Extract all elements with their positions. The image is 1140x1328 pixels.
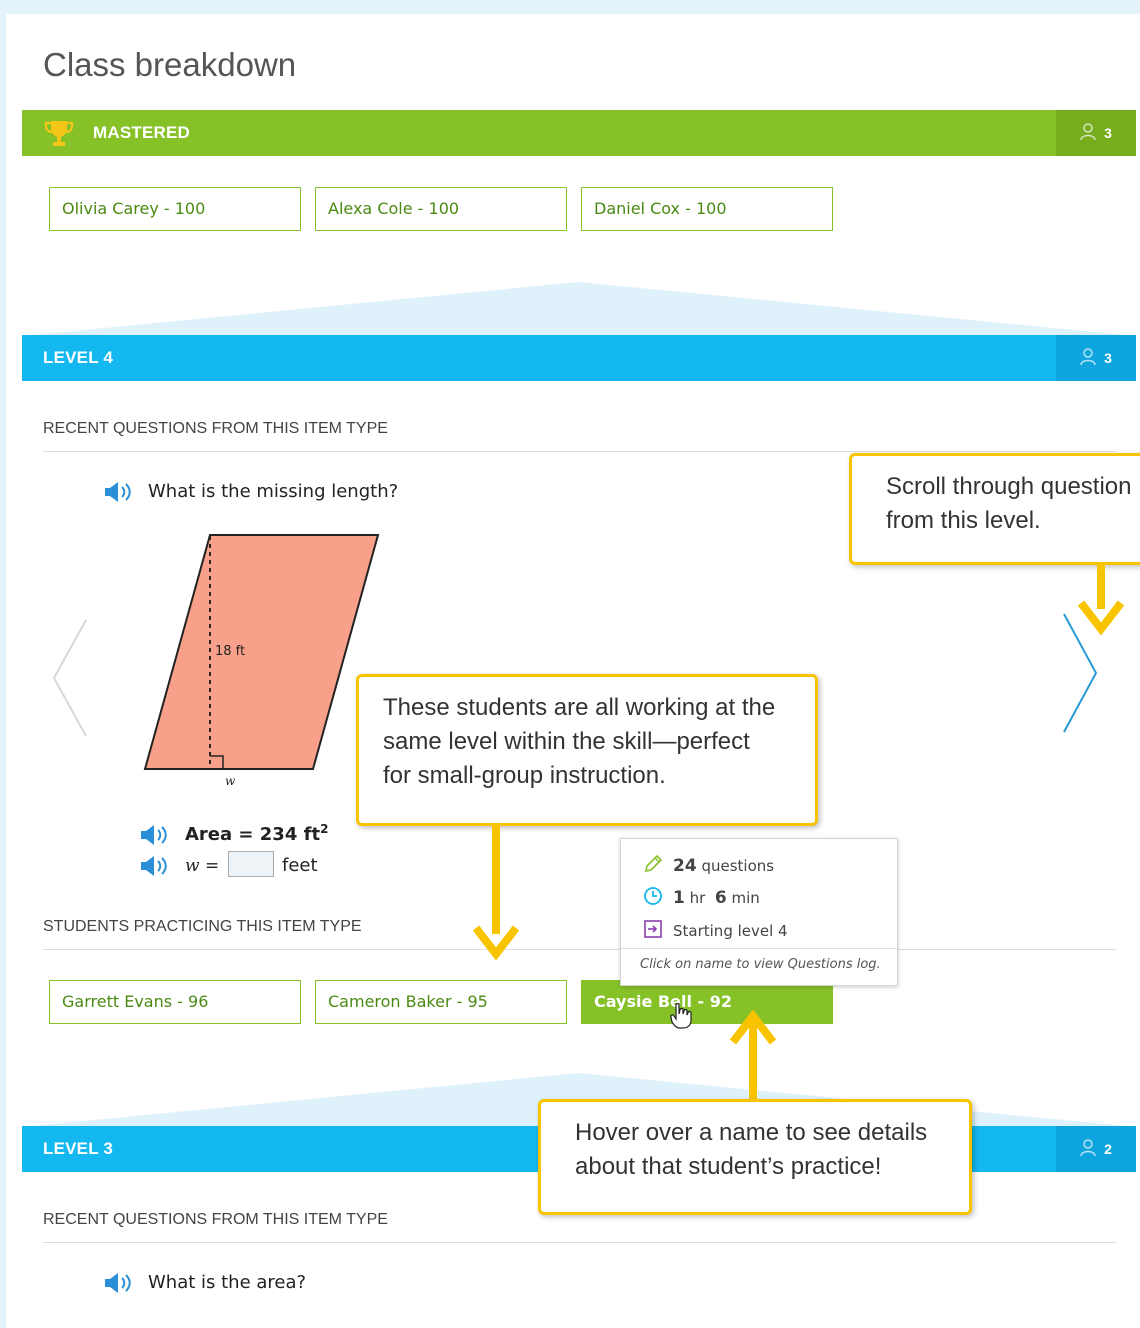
level3-count: 2 [1056, 1126, 1136, 1172]
students-practicing-heading: STUDENTS PRACTICING THIS ITEM TYPE [43, 918, 362, 935]
base-label: w [225, 774, 236, 788]
callout-hover: Hover over a name to see details about t… [538, 1099, 972, 1215]
level4-bar[interactable]: LEVEL 4 3 [22, 335, 1136, 381]
level4-count: 3 [1056, 335, 1136, 381]
question-text: What is the area? [148, 1272, 307, 1293]
question-text: What is the missing length? [148, 481, 399, 502]
speaker-icon[interactable] [140, 855, 172, 881]
unit-label: feet [282, 855, 318, 876]
trophy-icon [44, 118, 74, 152]
height-label: 18 ft [215, 644, 246, 659]
recent-questions-heading: RECENT QUESTIONS FROM THIS ITEM TYPE [43, 1211, 388, 1228]
mastered-bar[interactable]: MASTERED 3 [22, 110, 1136, 156]
student-chip[interactable]: Alexa Cole - 100 [315, 187, 567, 231]
callout-scroll: Scroll through question from this level. [849, 453, 1140, 565]
page-title: Class breakdown [43, 46, 297, 83]
mastered-label: MASTERED [93, 123, 190, 142]
student-chip-hovered[interactable]: Caysie Bell - 92 [581, 980, 833, 1024]
student-chip[interactable]: Garrett Evans - 96 [49, 980, 301, 1024]
student-details-tooltip: 24 questions 1 hr 6 min Starting level 4… [620, 838, 898, 986]
section-divider [22, 282, 1136, 336]
divider-line [43, 451, 1116, 452]
chevron-left-icon[interactable] [50, 618, 90, 738]
divider-line [43, 1242, 1116, 1243]
recent-questions-heading: RECENT QUESTIONS FROM THIS ITEM TYPE [43, 420, 388, 437]
speaker-icon[interactable] [104, 1272, 136, 1298]
callout-students: These students are all working at the sa… [356, 674, 818, 826]
w-label: w = [185, 856, 220, 876]
pencil-icon [643, 854, 663, 878]
person-icon [1080, 122, 1096, 144]
pointer-hand-icon [670, 1003, 692, 1029]
callout-arrow [472, 826, 520, 960]
person-icon [1080, 1138, 1096, 1160]
level4-label: LEVEL 4 [43, 348, 114, 367]
area-statement: Area = 234 ft2 [185, 822, 329, 845]
questions-row: 24 questions [643, 854, 774, 878]
enter-icon [643, 919, 663, 943]
student-chip[interactable]: Daniel Cox - 100 [581, 187, 833, 231]
callout-arrow [1077, 565, 1125, 635]
student-chip[interactable]: Olivia Carey - 100 [49, 187, 301, 231]
divider-line [43, 949, 1116, 950]
tooltip-divider [621, 948, 897, 949]
answer-input[interactable] [228, 851, 274, 877]
callout-arrow [729, 1009, 777, 1102]
speaker-icon[interactable] [104, 481, 136, 507]
mastered-count: 3 [1056, 110, 1136, 156]
starting-level-row: Starting level 4 [643, 919, 788, 943]
tooltip-note: Click on name to view Questions log. [640, 957, 881, 972]
person-icon [1080, 347, 1096, 369]
clock-icon [643, 886, 663, 910]
student-chip[interactable]: Cameron Baker - 95 [315, 980, 567, 1024]
parallelogram-figure [143, 534, 380, 770]
speaker-icon[interactable] [140, 824, 172, 850]
level3-label: LEVEL 3 [43, 1139, 114, 1158]
time-row: 1 hr 6 min [643, 886, 760, 910]
